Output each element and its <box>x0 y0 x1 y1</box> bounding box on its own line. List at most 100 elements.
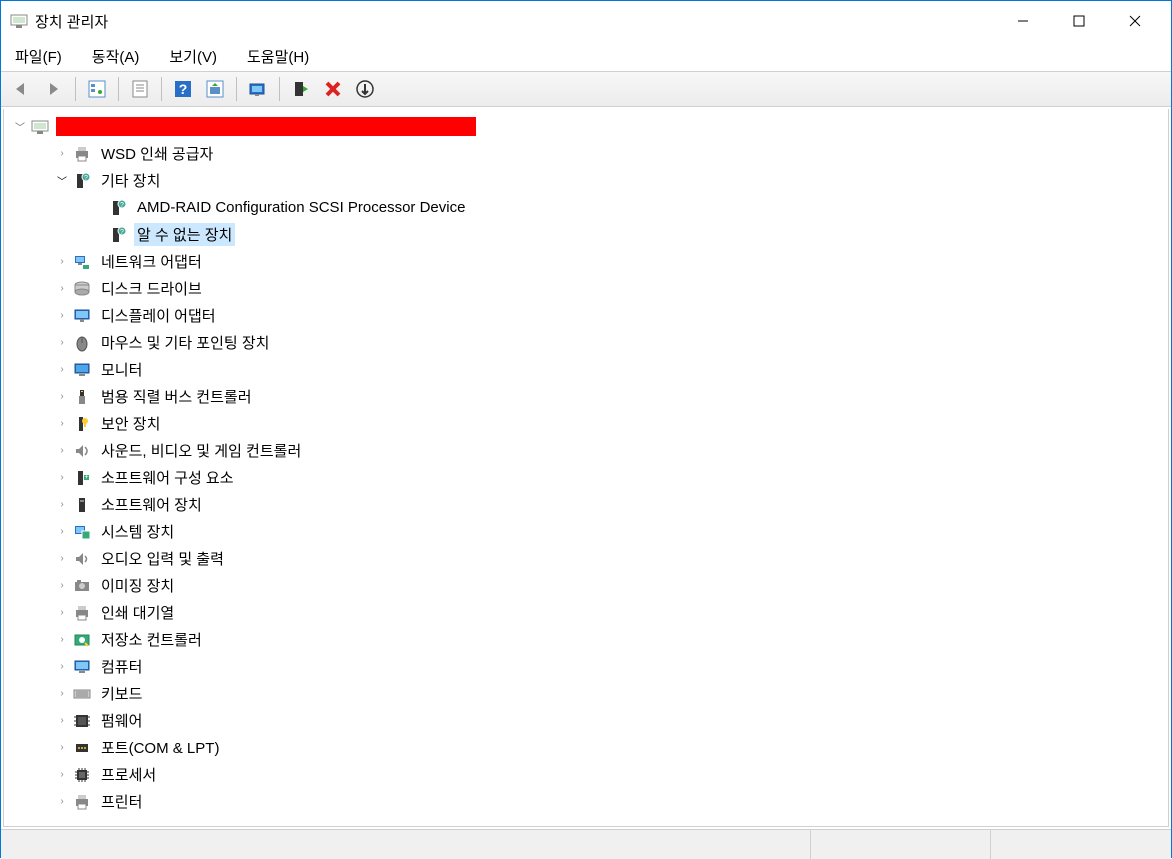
imaging-icon <box>72 576 92 596</box>
tree-category[interactable]: › 사운드, 비디오 및 게임 컨트롤러 <box>4 437 1168 464</box>
category-label: 범용 직렬 버스 컨트롤러 <box>98 385 255 408</box>
tree-category[interactable]: › 프린터 <box>4 788 1168 815</box>
tree-category[interactable]: › 저장소 컨트롤러 <box>4 626 1168 653</box>
tree-category[interactable]: › 포트(COM & LPT) <box>4 734 1168 761</box>
tree-category[interactable]: › WSD 인쇄 공급자 <box>4 140 1168 167</box>
category-label: 네트워크 어댑터 <box>98 250 205 273</box>
category-label: 기타 장치 <box>98 169 163 192</box>
chevron-right-icon[interactable]: › <box>54 659 70 675</box>
redacted-computer-name <box>56 117 476 136</box>
chevron-right-icon[interactable]: › <box>54 389 70 405</box>
category-label: 시스템 장치 <box>98 520 177 543</box>
scan-hardware-button[interactable] <box>200 75 230 103</box>
tree-category[interactable]: › + 소프트웨어 구성 요소 <box>4 464 1168 491</box>
properties-button[interactable] <box>125 75 155 103</box>
device-label: 알 수 없는 장치 <box>134 223 235 246</box>
menubar: 파일(F) 동작(A) 보기(V) 도움말(H) <box>1 41 1171 71</box>
tree-category[interactable]: › 시스템 장치 <box>4 518 1168 545</box>
statusbar <box>1 829 1171 859</box>
storage-icon <box>72 630 92 650</box>
toolbar: ? <box>1 71 1171 107</box>
enable-device-button[interactable] <box>286 75 316 103</box>
minimize-button[interactable] <box>995 1 1051 41</box>
chevron-right-icon[interactable]: › <box>54 254 70 270</box>
menu-view[interactable]: 보기(V) <box>165 44 221 69</box>
display-icon <box>72 306 92 326</box>
tree-category[interactable]: › 디스플레이 어댑터 <box>4 302 1168 329</box>
chevron-right-icon[interactable]: › <box>54 524 70 540</box>
category-label: 키보드 <box>98 682 145 705</box>
tree-category[interactable]: ﹀ ? 기타 장치 <box>4 167 1168 194</box>
tree-category[interactable]: › 네트워크 어댑터 <box>4 248 1168 275</box>
category-label: 모니터 <box>98 358 145 381</box>
chevron-right-icon[interactable]: › <box>54 740 70 756</box>
tree-category[interactable]: › 프로세서 <box>4 761 1168 788</box>
update-driver-button[interactable] <box>243 75 273 103</box>
chevron-down-icon[interactable]: ﹀ <box>12 119 28 135</box>
tree-category[interactable]: › 마우스 및 기타 포인팅 장치 <box>4 329 1168 356</box>
chevron-right-icon[interactable]: › <box>54 362 70 378</box>
menu-help[interactable]: 도움말(H) <box>243 44 313 69</box>
chevron-right-icon[interactable]: › <box>54 794 70 810</box>
chevron-right-icon[interactable]: › <box>54 497 70 513</box>
tree-category[interactable]: › 이미징 장치 <box>4 572 1168 599</box>
tree-category[interactable]: › 모니터 <box>4 356 1168 383</box>
chevron-right-icon[interactable]: › <box>54 281 70 297</box>
chevron-right-icon[interactable]: › <box>54 605 70 621</box>
category-label: WSD 인쇄 공급자 <box>98 142 216 165</box>
chevron-right-icon[interactable]: › <box>54 146 70 162</box>
tree-category[interactable]: › 소프트웨어 장치 <box>4 491 1168 518</box>
tree-category[interactable]: › 범용 직렬 버스 컨트롤러 <box>4 383 1168 410</box>
tree-category[interactable]: › 오디오 입력 및 출력 <box>4 545 1168 572</box>
chevron-right-icon[interactable]: › <box>54 578 70 594</box>
chevron-right-icon[interactable]: › <box>54 767 70 783</box>
add-legacy-hardware-button[interactable] <box>350 75 380 103</box>
category-label: 마우스 및 기타 포인팅 장치 <box>98 331 272 354</box>
tree-category[interactable]: › 키보드 <box>4 680 1168 707</box>
tree-category[interactable]: › 보안 장치 <box>4 410 1168 437</box>
chevron-right-icon[interactable]: › <box>54 416 70 432</box>
tree-category[interactable]: › 컴퓨터 <box>4 653 1168 680</box>
menu-file[interactable]: 파일(F) <box>11 44 66 69</box>
device-label: AMD-RAID Configuration SCSI Processor De… <box>134 198 468 217</box>
tree-category[interactable]: › 인쇄 대기열 <box>4 599 1168 626</box>
tree-category[interactable]: › 디스크 드라이브 <box>4 275 1168 302</box>
other-icon: ? <box>72 171 92 191</box>
chevron-right-icon[interactable]: › <box>54 335 70 351</box>
svg-text:+: + <box>84 474 88 481</box>
forward-button[interactable] <box>39 75 69 103</box>
category-label: 프로세서 <box>98 763 159 786</box>
chevron-right-icon[interactable]: › <box>54 551 70 567</box>
maximize-button[interactable] <box>1051 1 1107 41</box>
sw-device-icon <box>72 495 92 515</box>
category-label: 디스플레이 어댑터 <box>98 304 219 327</box>
chevron-right-icon[interactable]: › <box>54 632 70 648</box>
window-title: 장치 관리자 <box>35 11 108 32</box>
close-button[interactable] <box>1107 1 1163 41</box>
category-label: 디스크 드라이브 <box>98 277 205 300</box>
printer-icon <box>72 144 92 164</box>
chevron-right-icon[interactable]: › <box>54 443 70 459</box>
category-label: 포트(COM & LPT) <box>98 736 222 759</box>
tree-device[interactable]: › ? AMD-RAID Configuration SCSI Processo… <box>4 194 1168 221</box>
chevron-down-icon[interactable]: ﹀ <box>54 173 70 189</box>
show-hide-tree-button[interactable] <box>82 75 112 103</box>
monitor-icon <box>72 360 92 380</box>
tree-category[interactable]: › 펌웨어 <box>4 707 1168 734</box>
tree-root[interactable]: ﹀ <box>4 113 1168 140</box>
device-tree[interactable]: ﹀ › WSD 인쇄 공급자﹀ ? 기타 장치› ? AMD-RAID Conf… <box>3 109 1169 827</box>
tree-device[interactable]: › ? 알 수 없는 장치 <box>4 221 1168 248</box>
help-button[interactable]: ? <box>168 75 198 103</box>
printer2-icon <box>72 792 92 812</box>
chevron-right-icon[interactable]: › <box>54 308 70 324</box>
menu-action[interactable]: 동작(A) <box>88 44 144 69</box>
category-label: 오디오 입력 및 출력 <box>98 547 227 570</box>
chevron-right-icon[interactable]: › <box>54 470 70 486</box>
computer-icon <box>30 117 50 137</box>
chevron-right-icon[interactable]: › <box>54 686 70 702</box>
chevron-right-icon[interactable]: › <box>54 713 70 729</box>
processor-icon <box>72 765 92 785</box>
print-queue-icon <box>72 603 92 623</box>
uninstall-device-button[interactable] <box>318 75 348 103</box>
back-button[interactable] <box>7 75 37 103</box>
